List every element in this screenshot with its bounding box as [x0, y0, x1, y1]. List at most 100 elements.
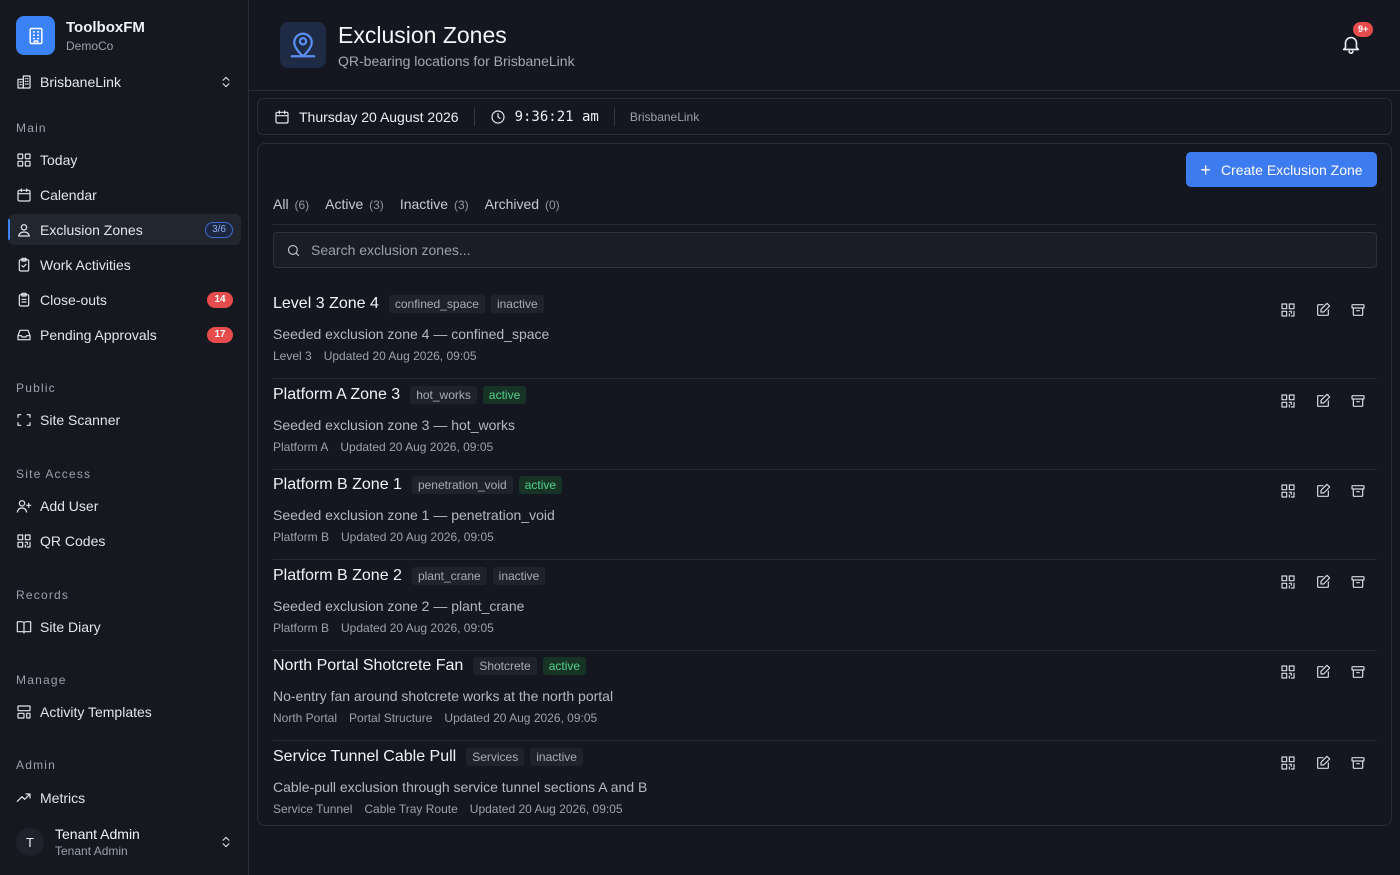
- qr-code-button[interactable]: [1277, 480, 1299, 502]
- sidebar: ToolboxFM DemoCo BrisbaneLink Main Today…: [0, 0, 249, 875]
- zone-description: Seeded exclusion zone 3 — hot_works: [273, 416, 516, 433]
- user-menu[interactable]: T Tenant Admin Tenant Admin: [8, 820, 241, 864]
- zone-row[interactable]: Platform A Zone 3 hot_works active Seeded e…: [273, 380, 1377, 470]
- layout-template-icon: [16, 704, 32, 720]
- zone-sublocation: Cable Tray Route: [364, 801, 458, 816]
- current-site: BrisbaneLink: [629, 109, 700, 124]
- tab-active[interactable]: Active (3): [325, 196, 384, 212]
- zone-row[interactable]: Service Tunnel Cable Pull Services inactiv…: [273, 742, 1377, 832]
- qr-code-button[interactable]: [1277, 299, 1299, 321]
- zone-description: No-entry fan around shotcrete works at t…: [273, 688, 614, 704]
- grid-icon: [16, 152, 32, 168]
- create-button-label: Create Exclusion Zone: [1220, 161, 1363, 178]
- building-icon: [16, 16, 55, 55]
- sidebar-item-label: Metrics: [40, 789, 86, 806]
- search-bar: [273, 232, 1377, 268]
- qr-code-button[interactable]: [1277, 661, 1299, 683]
- archive-button[interactable]: [1347, 299, 1369, 321]
- create-exclusion-zone-button[interactable]: + Create Exclusion Zone: [1186, 152, 1377, 187]
- edit-button[interactable]: [1312, 299, 1334, 321]
- sidebar-item-work-activities[interactable]: Work Activities: [8, 249, 241, 280]
- status-badge: active: [542, 657, 587, 675]
- nav-section-manage: Manage: [16, 673, 67, 687]
- clipboard-check-icon: [16, 257, 32, 273]
- zone-updated: Updated 20 Aug 2026, 09:05: [323, 349, 477, 363]
- archive-button[interactable]: [1347, 571, 1369, 593]
- archive-button[interactable]: [1347, 390, 1369, 412]
- zone-updated: Updated 20 Aug 2026, 09:05: [341, 620, 494, 635]
- zone-row[interactable]: Level 3 Zone 4 confined_space inactive Seed…: [273, 289, 1377, 379]
- tab-label: Active: [325, 196, 364, 212]
- page-header: Exclusion Zones QR-bearing locations for…: [249, 0, 1400, 91]
- chevrons-up-down-icon: [219, 75, 233, 89]
- user-plus-icon: [16, 498, 32, 514]
- tab-all[interactable]: All (6): [273, 196, 309, 212]
- zone-type-tag: Services: [466, 747, 525, 766]
- zone-updated: Updated 20 Aug 2026, 09:05: [341, 530, 494, 544]
- sidebar-item-label: Exclusion Zones: [40, 221, 143, 238]
- sidebar-item-today[interactable]: Today: [8, 144, 241, 175]
- scan-icon: [16, 412, 32, 428]
- brand[interactable]: ToolboxFM DemoCo: [16, 16, 145, 55]
- zone-row[interactable]: Platform B Zone 2 plant_crane inactive Seed…: [273, 561, 1377, 651]
- avatar: T: [16, 828, 44, 856]
- zone-row[interactable]: Platform B Zone 1 penetration_void active S…: [273, 470, 1377, 560]
- archive-icon: [1350, 664, 1366, 680]
- status-badge: active: [482, 385, 527, 404]
- zone-row[interactable]: North Portal Shotcrete Fan Shotcrete activ…: [273, 651, 1377, 741]
- calendar-icon: [16, 187, 32, 203]
- sidebar-item-closeouts[interactable]: Close-outs 14: [8, 284, 241, 315]
- sidebar-item-label: Calendar: [40, 186, 97, 203]
- sidebar-item-add-user[interactable]: Add User: [8, 490, 241, 521]
- sidebar-item-activity-templates[interactable]: Activity Templates: [8, 696, 241, 727]
- tab-count: (6): [294, 198, 310, 212]
- edit-button[interactable]: [1312, 390, 1334, 412]
- zone-updated: Updated 20 Aug 2026, 09:05: [444, 711, 598, 725]
- zone-location: Platform A: [273, 439, 329, 454]
- sidebar-item-site-diary[interactable]: Site Diary: [8, 611, 241, 642]
- qr-code-button[interactable]: [1277, 571, 1299, 593]
- edit-button[interactable]: [1312, 661, 1334, 683]
- site-selector[interactable]: BrisbaneLink: [8, 66, 241, 98]
- tab-archived[interactable]: Archived (0): [485, 196, 560, 212]
- sidebar-item-qr-codes[interactable]: QR Codes: [8, 525, 241, 556]
- archive-icon: [1350, 574, 1366, 590]
- zone-location: Level 3: [273, 349, 312, 363]
- tab-inactive[interactable]: Inactive (3): [400, 196, 469, 212]
- edit-button[interactable]: [1312, 480, 1334, 502]
- sidebar-item-site-scanner[interactable]: Site Scanner: [8, 404, 241, 435]
- sidebar-item-label: Site Scanner: [40, 411, 121, 428]
- zone-name: Platform B Zone 1: [273, 476, 402, 493]
- search-input[interactable]: [311, 242, 1376, 258]
- qr-code-icon: [1280, 664, 1296, 680]
- qr-code-button[interactable]: [1277, 752, 1299, 774]
- archive-button[interactable]: [1347, 752, 1369, 774]
- tab-label: Inactive: [399, 196, 449, 212]
- edit-icon: [1315, 574, 1331, 590]
- chevrons-up-down-icon: [219, 835, 233, 849]
- sidebar-item-metrics[interactable]: Metrics: [8, 782, 241, 813]
- zone-description: Seeded exclusion zone 4 — confined_space: [273, 326, 550, 342]
- qr-code-button[interactable]: [1277, 390, 1299, 412]
- archive-button[interactable]: [1347, 480, 1369, 502]
- sidebar-item-calendar[interactable]: Calendar: [8, 179, 241, 210]
- zone-description: Cable-pull exclusion through service tun…: [273, 778, 648, 795]
- tab-label: Archived: [484, 196, 540, 212]
- nav-section-site-access: Site Access: [16, 467, 92, 481]
- trending-up-icon: [16, 790, 32, 806]
- edit-icon: [1315, 664, 1331, 680]
- edit-button[interactable]: [1312, 752, 1334, 774]
- notification-badge: 17: [207, 326, 233, 343]
- sidebar-item-exclusion-zones[interactable]: Exclusion Zones 3/6: [8, 214, 241, 245]
- zones-panel: + Create Exclusion Zone All (6) Active (…: [257, 143, 1392, 826]
- zone-location: Service Tunnel: [273, 801, 353, 816]
- site-selector-value: BrisbaneLink: [40, 74, 121, 90]
- page-title: Exclusion Zones: [338, 22, 507, 48]
- brand-name: ToolboxFM: [66, 18, 145, 36]
- archive-button[interactable]: [1347, 661, 1369, 683]
- sidebar-item-pending-approvals[interactable]: Pending Approvals 17: [8, 319, 241, 350]
- divider: [613, 107, 615, 126]
- edit-button[interactable]: [1312, 571, 1334, 593]
- status-badge: inactive: [530, 747, 583, 766]
- edit-icon: [1315, 393, 1331, 409]
